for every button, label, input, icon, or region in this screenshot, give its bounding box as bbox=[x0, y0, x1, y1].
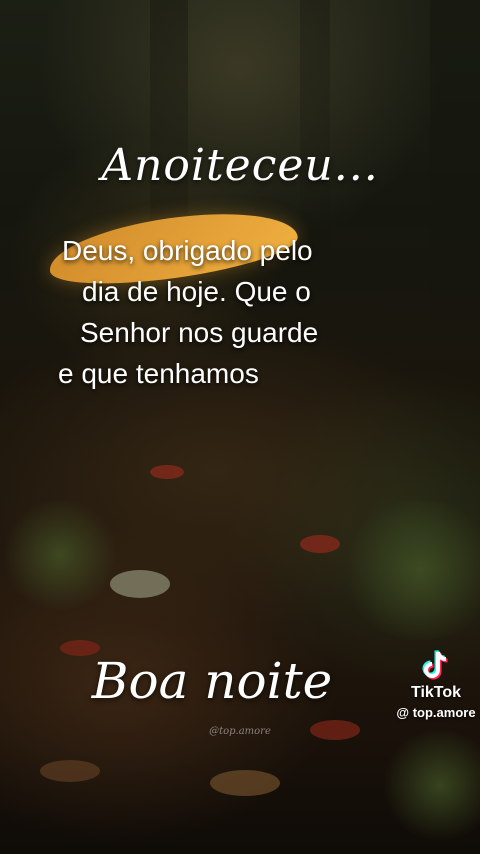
fallen-leaf bbox=[40, 760, 100, 782]
message-line: Senhor nos guarde bbox=[80, 317, 319, 348]
greeting-text: Boa noite bbox=[91, 652, 333, 710]
tiktok-handle: @ top.amore bbox=[396, 705, 476, 720]
message-line: e que tenhamos bbox=[58, 358, 259, 389]
tree-trunk bbox=[150, 0, 188, 230]
watermark-text: @top.amore bbox=[209, 726, 271, 737]
tiktok-brand: TikTok bbox=[410, 684, 462, 701]
tree-trunk bbox=[300, 0, 330, 260]
moss-patch bbox=[0, 500, 120, 610]
tiktok-logo-icon bbox=[418, 648, 454, 684]
fallen-leaf bbox=[300, 535, 340, 553]
moss-patch bbox=[340, 500, 480, 640]
tiktok-watermark: TikTok @ top.amore bbox=[392, 648, 480, 720]
moss-patch bbox=[380, 730, 480, 840]
fallen-leaf bbox=[210, 770, 280, 796]
title-text: Anoiteceu... bbox=[101, 140, 379, 191]
fallen-leaf bbox=[110, 570, 170, 598]
fallen-leaf bbox=[150, 465, 184, 479]
video-frame: Anoiteceu... Deus, obrigado pelo dia de … bbox=[0, 0, 480, 854]
message-text: Deus, obrigado pelo dia de hoje. Que o S… bbox=[58, 230, 422, 394]
message-line: Deus, obrigado pelo bbox=[62, 235, 313, 266]
message-line: dia de hoje. Que o bbox=[82, 276, 311, 307]
